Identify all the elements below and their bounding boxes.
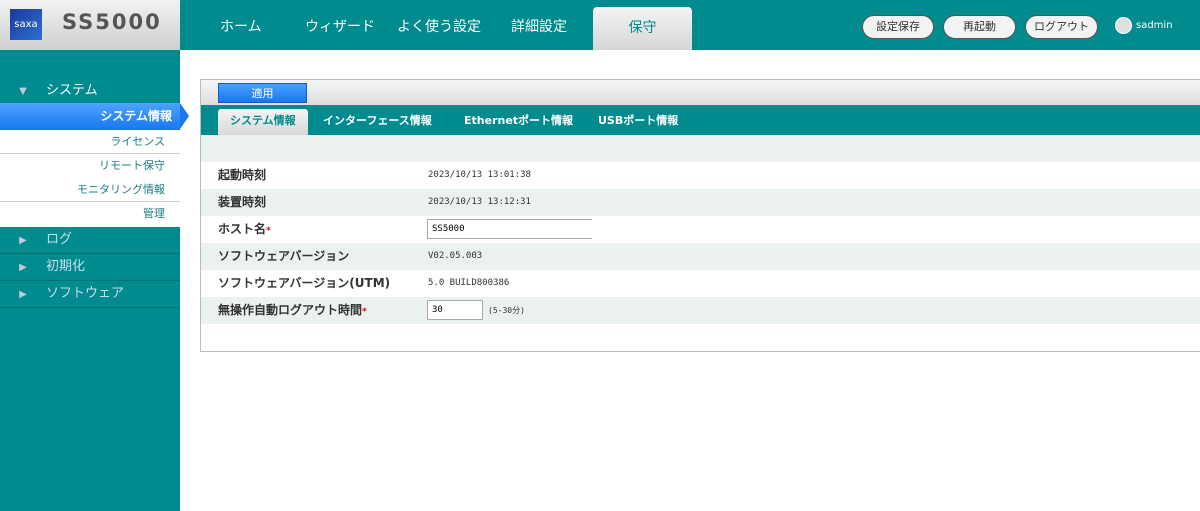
user-avatar-icon bbox=[1115, 17, 1132, 34]
saxa-logo: saxa bbox=[10, 9, 42, 40]
label: ホスト名 bbox=[218, 222, 267, 236]
triangle-down-icon: ▼ bbox=[19, 86, 27, 97]
sidebar-item-license[interactable]: ライセンス bbox=[0, 130, 180, 154]
user-menu[interactable]: sadmin bbox=[1115, 17, 1173, 34]
required-mark: * bbox=[266, 226, 271, 236]
label: ソフトウェアバージョン(UTM) bbox=[218, 276, 391, 290]
tab-ethernet-port-info[interactable]: Ethernetポート情報 bbox=[464, 109, 573, 135]
nav-wizard[interactable]: ウィザード bbox=[305, 0, 375, 50]
required-mark: * bbox=[362, 307, 367, 317]
sidebar-group-software[interactable]: ▶ ソフトウェア bbox=[0, 281, 180, 308]
triangle-right-icon: ▶ bbox=[19, 262, 27, 273]
row-software-version: ソフトウェアバージョン V02.05.003 bbox=[201, 243, 1200, 270]
header: saxa SS5000 ホーム ウィザード よく使う設定 詳細設定 保守 設定保… bbox=[0, 0, 1200, 50]
sidebar-item-system-info[interactable]: システム情報 bbox=[0, 103, 189, 130]
nav-advanced[interactable]: 詳細設定 bbox=[511, 0, 567, 50]
toolbar: 適用 bbox=[201, 80, 1200, 105]
spacer-row bbox=[201, 135, 1200, 162]
label: ソフトウェアバージョン bbox=[218, 249, 350, 263]
group-label: 初期化 bbox=[46, 259, 86, 274]
label: 無操作自動ログアウト時間 bbox=[218, 303, 363, 317]
tab-system-info[interactable]: システム情報 bbox=[218, 109, 308, 135]
triangle-right-icon: ▶ bbox=[19, 235, 27, 246]
value: 2023/10/13 13:12:31 bbox=[428, 197, 531, 207]
product-title: SS5000 bbox=[62, 10, 162, 34]
section-label: システム bbox=[46, 83, 98, 98]
tab-bar: システム情報 インターフェース情報 Ethernetポート情報 USBポート情報 bbox=[201, 105, 1200, 135]
label: 装置時刻 bbox=[218, 195, 267, 209]
save-settings-button[interactable]: 設定保存 bbox=[862, 15, 934, 39]
apply-button[interactable]: 適用 bbox=[218, 83, 307, 103]
sidebar-section-system[interactable]: ▼ システム bbox=[0, 78, 180, 104]
triangle-right-icon: ▶ bbox=[19, 289, 27, 300]
row-hostname: ホスト名* bbox=[201, 216, 1200, 243]
row-auto-logout: 無操作自動ログアウト時間* (5-30分) bbox=[201, 297, 1200, 324]
tab-interface-info[interactable]: インターフェース情報 bbox=[323, 109, 432, 135]
hostname-input[interactable] bbox=[427, 219, 592, 239]
sidebar-item-monitoring[interactable]: モニタリング情報 bbox=[0, 178, 180, 202]
nav-maintenance[interactable]: 保守 bbox=[593, 7, 692, 50]
logout-range-hint: (5-30分) bbox=[488, 306, 525, 315]
auto-logout-input[interactable] bbox=[427, 300, 483, 320]
label: 起動時刻 bbox=[218, 168, 267, 182]
nav-home[interactable]: ホーム bbox=[220, 0, 262, 50]
system-info-panel: 適用 システム情報 インターフェース情報 Ethernetポート情報 USBポー… bbox=[200, 79, 1200, 352]
sidebar-item-admin[interactable]: 管理 bbox=[0, 202, 180, 227]
username: sadmin bbox=[1136, 20, 1173, 31]
group-label: ソフトウェア bbox=[46, 286, 125, 301]
value: 5.0 BUILD800386 bbox=[428, 278, 510, 288]
sidebar-item-remote[interactable]: リモート保守 bbox=[0, 154, 180, 178]
row-boot-time: 起動時刻 2023/10/13 13:01:38 bbox=[201, 162, 1200, 189]
row-utm-version: ソフトウェアバージョン(UTM) 5.0 BUILD800386 bbox=[201, 270, 1200, 297]
sidebar-group-log[interactable]: ▶ ログ bbox=[0, 227, 180, 254]
logo: saxa SS5000 bbox=[0, 0, 180, 50]
sidebar-group-init[interactable]: ▶ 初期化 bbox=[0, 254, 180, 281]
row-device-time: 装置時刻 2023/10/13 13:12:31 bbox=[201, 189, 1200, 216]
reboot-button[interactable]: 再起動 bbox=[943, 15, 1016, 39]
nav-favorites[interactable]: よく使う設定 bbox=[397, 0, 481, 50]
group-label: ログ bbox=[46, 232, 73, 247]
logout-button[interactable]: ログアウト bbox=[1025, 15, 1098, 39]
value: V02.05.003 bbox=[428, 251, 483, 261]
value: 2023/10/13 13:01:38 bbox=[428, 170, 531, 180]
tab-usb-port-info[interactable]: USBポート情報 bbox=[598, 109, 678, 135]
